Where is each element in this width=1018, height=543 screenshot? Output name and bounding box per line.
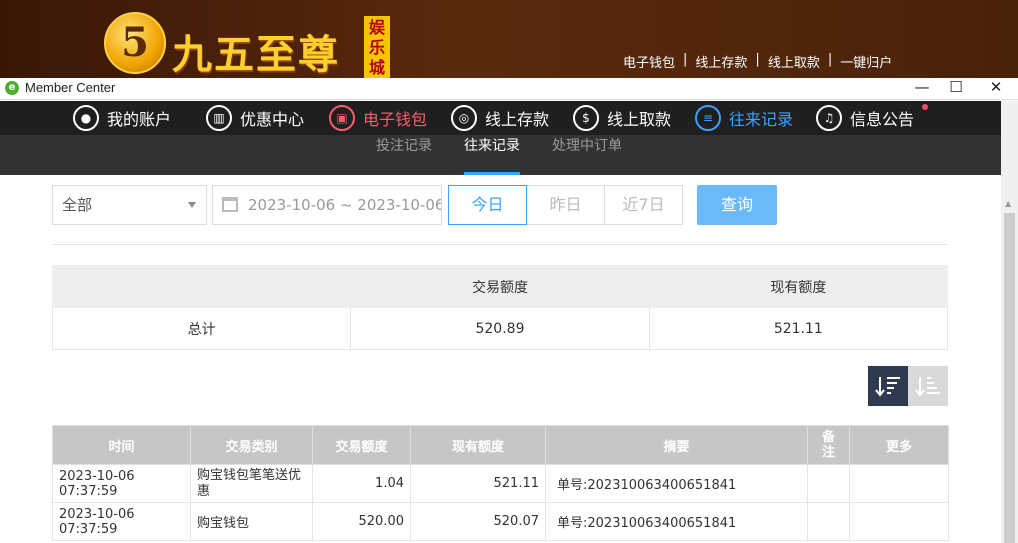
row-type: 购宝钱包 <box>190 502 313 541</box>
minimize-button[interactable]: — <box>905 78 939 100</box>
nav-records[interactable]: ≡ 往来记录 <box>695 101 793 135</box>
summary-row: 总计 520.89 521.11 <box>51 307 949 350</box>
nav-promotions[interactable]: ▥ 优惠中心 <box>206 101 304 135</box>
summary-label: 总计 <box>51 307 352 350</box>
subtab-bet-records[interactable]: 投注记录 <box>376 135 432 175</box>
col-type: 交易类别 <box>190 425 313 465</box>
sort-desc-icon <box>875 377 900 397</box>
member-center: ● 我的账户 ▥ 优惠中心 ▣ 电子钱包 ◎ 线上存款 $ 线上取款 ≡ 往来记… <box>0 101 1001 543</box>
gift-icon: ▥ <box>206 105 232 131</box>
date-range-input[interactable]: 2023-10-06 ~ 2023-10-06 <box>212 185 442 225</box>
scroll-up-icon[interactable]: ▲ <box>1005 199 1011 208</box>
vertical-scrollbar[interactable]: ▲ <box>1001 101 1018 543</box>
row-remark <box>807 464 850 503</box>
col-summary: 摘要 <box>545 425 808 465</box>
subtab-transaction-records[interactable]: 往来记录 <box>464 135 520 175</box>
summary-transaction-total: 520.89 <box>350 307 650 350</box>
summary-header: 交易额度 现有额度 <box>51 265 949 308</box>
nav-label: 线上取款 <box>607 110 672 129</box>
top-link-withdraw[interactable]: 线上取款 <box>768 52 820 71</box>
nav-online-deposit[interactable]: ◎ 线上存款 <box>451 101 549 135</box>
wallet-icon: ▣ <box>329 105 355 131</box>
nav-label: 往来记录 <box>729 110 794 129</box>
nav-label: 线上存款 <box>485 110 550 129</box>
records-table: 时间 交易类别 交易额度 现有额度 摘要 备注 更多 2023-10-06 07… <box>52 425 949 541</box>
close-button[interactable]: ✕ <box>979 78 1013 100</box>
app-icon: e <box>5 81 19 95</box>
nav-label: 信息公告 <box>850 110 915 129</box>
logo-text: 九五至尊 <box>172 31 340 78</box>
site-header: 5 九五至尊 娱乐城 电子钱包 | 线上存款 | 线上取款 | 一键归户 <box>0 0 1018 78</box>
top-link-merge[interactable]: 一键归户 <box>840 52 892 71</box>
nav-my-account[interactable]: ● 我的账户 <box>73 101 171 135</box>
window-titlebar: e Member Center — ☐ ✕ <box>0 78 1018 100</box>
row-balance: 520.07 <box>410 502 546 541</box>
row-summary: 单号:202310063400651841 <box>545 464 808 503</box>
type-select-value: 全部 <box>62 196 93 214</box>
summary-header-cell: 交易额度 <box>350 265 650 308</box>
summary-table: 交易额度 现有额度 总计 520.89 521.11 <box>51 265 949 350</box>
summary-header-cell: 现有额度 <box>648 265 949 308</box>
logo-badge: 5 <box>104 12 166 74</box>
row-balance: 521.11 <box>410 464 546 503</box>
nav-online-withdraw[interactable]: $ 线上取款 <box>573 101 671 135</box>
nav-e-wallet[interactable]: ▣ 电子钱包 <box>329 101 427 135</box>
type-select[interactable]: 全部 <box>52 185 207 225</box>
summary-header-cell <box>51 265 352 308</box>
logo-tag: 娱乐城 <box>364 16 390 78</box>
yesterday-button[interactable]: 昨日 <box>526 185 605 225</box>
bell-icon: ♫ <box>816 105 842 131</box>
row-more[interactable] <box>849 464 949 503</box>
row-more[interactable] <box>849 502 949 541</box>
row-amount: 520.00 <box>312 502 411 541</box>
row-type: 购宝钱包笔笔送优惠 <box>190 464 313 503</box>
date-range-value: 2023-10-06 ~ 2023-10-06 <box>248 196 442 214</box>
table-row: 2023-10-06 07:37:59 购宝钱包笔笔送优惠 1.04 521.1… <box>52 464 949 503</box>
withdraw-icon: $ <box>573 105 599 131</box>
nav-label: 优惠中心 <box>240 110 305 129</box>
maximize-button[interactable]: ☐ <box>939 78 973 100</box>
col-more: 更多 <box>849 425 949 465</box>
row-summary: 单号:202310063400651841 <box>545 502 808 541</box>
sub-nav: 投注记录 往来记录 处理中订单 <box>0 135 1001 175</box>
scroll-thumb[interactable] <box>1004 213 1015 543</box>
sort-desc-button[interactable] <box>868 366 908 406</box>
main-nav: ● 我的账户 ▥ 优惠中心 ▣ 电子钱包 ◎ 线上存款 $ 线上取款 ≡ 往来记… <box>0 101 1001 135</box>
col-time: 时间 <box>52 425 191 465</box>
top-link-wallet[interactable]: 电子钱包 <box>623 52 675 71</box>
table-row: 2023-10-06 07:37:59 购宝钱包 520.00 520.07 单… <box>52 502 949 541</box>
sort-asc-icon <box>915 377 940 397</box>
last-7-days-button[interactable]: 近7日 <box>604 185 683 225</box>
chevron-down-icon <box>188 202 196 208</box>
window-title: Member Center <box>25 80 116 95</box>
records-header: 时间 交易类别 交易额度 现有额度 摘要 备注 更多 <box>52 425 949 465</box>
notification-dot <box>922 104 928 110</box>
summary-current-balance: 521.11 <box>648 307 949 350</box>
calendar-icon <box>222 197 238 212</box>
col-amount: 交易额度 <box>312 425 411 465</box>
nav-announcements[interactable]: ♫ 信息公告 <box>816 101 914 135</box>
top-link-deposit[interactable]: 线上存款 <box>695 52 747 71</box>
subtab-pending-orders[interactable]: 处理中订单 <box>552 135 622 175</box>
row-time: 2023-10-06 07:37:59 <box>52 464 191 503</box>
deposit-icon: ◎ <box>451 105 477 131</box>
records-icon: ≡ <box>695 105 721 131</box>
col-balance: 现有额度 <box>410 425 546 465</box>
user-icon: ● <box>73 105 99 131</box>
query-button[interactable]: 查询 <box>697 185 777 225</box>
row-amount: 1.04 <box>312 464 411 503</box>
col-remark: 备注 <box>807 425 850 465</box>
nav-label: 我的账户 <box>107 110 172 129</box>
top-links: 电子钱包 | 线上存款 | 线上取款 | 一键归户 <box>623 52 893 71</box>
today-button[interactable]: 今日 <box>448 185 527 225</box>
quick-date-group: 今日 昨日 近7日 <box>448 185 683 225</box>
nav-label: 电子钱包 <box>363 110 428 129</box>
row-remark <box>807 502 850 541</box>
divider <box>52 244 948 245</box>
row-time: 2023-10-06 07:37:59 <box>52 502 191 541</box>
sort-asc-button[interactable] <box>908 366 948 406</box>
